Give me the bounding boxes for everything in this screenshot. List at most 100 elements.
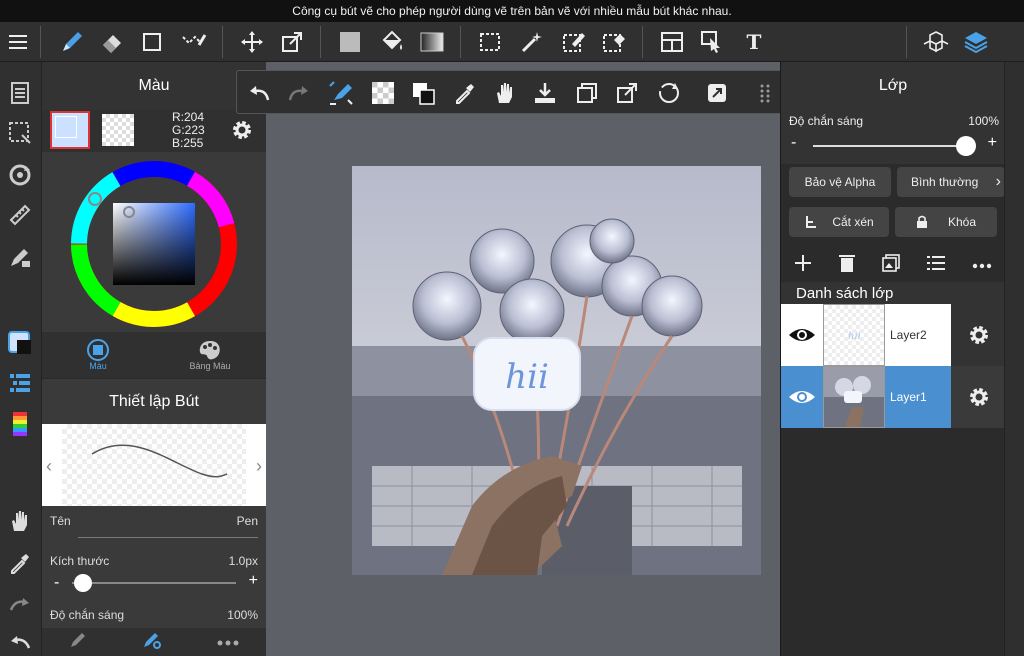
delete-layer-icon[interactable] xyxy=(839,254,856,277)
layer-opacity-minus[interactable]: - xyxy=(791,134,796,152)
size-plus-button[interactable]: + xyxy=(249,572,258,590)
dropper-float-icon[interactable] xyxy=(451,79,479,107)
layer-thumbnail xyxy=(823,366,885,428)
add-layer-icon[interactable] xyxy=(794,254,812,277)
undo-icon[interactable] xyxy=(5,628,35,656)
eraser-tool-icon[interactable] xyxy=(98,28,126,56)
lock-label: Khóa xyxy=(947,215,977,229)
hand-icon[interactable] xyxy=(5,506,35,536)
merge-layer-icon[interactable] xyxy=(882,253,900,277)
layer-thumbnail: hii xyxy=(823,304,885,366)
artwork-canvas[interactable]: hii xyxy=(352,166,761,575)
top-toolbar: T xyxy=(0,22,1024,62)
lock-button[interactable]: Khóa xyxy=(895,207,997,237)
text-tool-icon[interactable]: T xyxy=(740,28,768,56)
size-slider-handle[interactable] xyxy=(74,574,92,592)
brush-preview: ‹ › xyxy=(42,424,266,506)
tab-color-label: Màu xyxy=(89,361,107,371)
tab-palette[interactable]: Bảng Màu xyxy=(154,332,266,378)
move-tool-icon[interactable] xyxy=(238,28,266,56)
lock-icon xyxy=(916,215,927,228)
import-icon[interactable] xyxy=(531,79,559,107)
rotate-canvas-icon[interactable] xyxy=(5,160,35,190)
layer-opacity-handle[interactable] xyxy=(956,136,976,156)
select-eraser-icon[interactable] xyxy=(600,28,628,56)
layer-row[interactable]: hii Layer2 xyxy=(781,304,1005,366)
layer-opacity-plus[interactable]: + xyxy=(988,134,997,152)
rgb-b: B:255 xyxy=(172,136,204,150)
bucket-tool-icon[interactable] xyxy=(378,28,406,56)
fill-color-icon[interactable] xyxy=(336,28,364,56)
hand-float-icon[interactable] xyxy=(491,79,519,107)
layer-row-selected[interactable]: Layer1 xyxy=(781,366,1005,428)
pen-tool-icon[interactable] xyxy=(58,28,86,56)
rotate-float-icon[interactable] xyxy=(655,79,683,107)
secondary-color-swatch[interactable] xyxy=(102,114,134,146)
copy-layer-icon[interactable] xyxy=(573,79,601,107)
select-pen-icon[interactable] xyxy=(560,28,588,56)
redo-icon[interactable] xyxy=(5,590,35,620)
layer-actions xyxy=(781,248,1005,282)
document-icon[interactable] xyxy=(5,78,35,108)
layer-opacity-slider[interactable] xyxy=(813,145,967,147)
alpha-protect-button[interactable]: Bảo vệ Alpha xyxy=(789,167,891,197)
color-wheel[interactable] xyxy=(42,152,266,332)
layers-icon[interactable] xyxy=(962,28,990,56)
layer-more-icon[interactable] xyxy=(972,256,992,274)
brush-size-row: Kích thước 1.0px - + xyxy=(42,546,266,606)
ruler-icon[interactable] xyxy=(5,200,35,230)
size-slider[interactable] xyxy=(72,582,236,584)
eyedropper-icon[interactable] xyxy=(5,548,35,578)
primary-color-swatch[interactable] xyxy=(50,111,90,149)
svg-text:hii: hii xyxy=(505,357,549,397)
brush-size-value: 1.0px xyxy=(228,554,258,568)
clip-button[interactable]: Cắt xén xyxy=(789,207,889,237)
snap-pen-icon[interactable] xyxy=(327,79,355,107)
select-layer-icon[interactable] xyxy=(5,118,35,148)
frame-divider-icon[interactable] xyxy=(658,28,686,56)
blend-mode-button[interactable]: Bình thường › xyxy=(897,167,1005,197)
gradient-tool-icon[interactable] xyxy=(418,28,446,56)
magic-wand-icon[interactable] xyxy=(518,28,546,56)
layer-list-icon[interactable] xyxy=(926,255,945,276)
layer-settings-gear-icon[interactable] xyxy=(953,304,1005,366)
color-panel: Màu R:204 G:223 B:255 Màu Bảng Màu Thiết… xyxy=(42,62,266,656)
tooltip-bar: Công cụ bút vẽ cho phép người dùng vẽ tr… xyxy=(0,0,1024,22)
floating-toolbar xyxy=(236,70,787,114)
shape-tool-icon[interactable] xyxy=(138,28,166,56)
blend-mode-label: Bình thường xyxy=(911,175,979,189)
palette-strip-icon[interactable] xyxy=(5,410,35,440)
tab-color[interactable]: Màu xyxy=(42,332,154,378)
visibility-eye-icon[interactable] xyxy=(781,304,823,366)
color-panel-toggle-icon[interactable] xyxy=(5,328,35,358)
color-panel-title: Màu xyxy=(42,62,266,110)
undo-float-icon[interactable] xyxy=(245,79,273,107)
size-minus-button[interactable]: - xyxy=(54,574,59,592)
visibility-eye-icon[interactable] xyxy=(781,366,823,428)
transparency-icon[interactable] xyxy=(369,79,397,107)
chevron-right-icon: › xyxy=(995,173,1001,190)
redo-float-icon[interactable] xyxy=(285,79,313,107)
right-edge-strip xyxy=(1004,62,1024,656)
layer-settings-gear-icon[interactable] xyxy=(953,366,1005,428)
brush-list-icon[interactable] xyxy=(5,368,35,398)
brush-name-row[interactable]: Tên Pen xyxy=(42,506,266,546)
more-tab-icon[interactable] xyxy=(217,633,239,651)
swap-colors-icon[interactable] xyxy=(409,79,437,107)
transform-float-icon[interactable] xyxy=(613,79,641,107)
menu-icon[interactable] xyxy=(4,28,32,56)
materials-icon[interactable] xyxy=(922,28,950,56)
select-rect-icon[interactable] xyxy=(476,28,504,56)
brush-tab-icon[interactable] xyxy=(69,631,87,654)
brush-opacity-label: Độ chắn sáng xyxy=(50,608,125,622)
selection-pen-icon[interactable] xyxy=(180,28,208,56)
fullscreen-icon[interactable] xyxy=(703,79,731,107)
layer-opacity-value: 100% xyxy=(968,114,999,128)
transform-tool-icon[interactable] xyxy=(278,28,306,56)
canvas-area[interactable]: hii xyxy=(266,62,780,656)
drag-handle-icon[interactable] xyxy=(751,79,779,107)
brush-settings-tab-icon[interactable] xyxy=(142,631,162,654)
color-settings-gear-icon[interactable] xyxy=(230,118,254,147)
operation-tool-icon[interactable] xyxy=(698,28,726,56)
fill-pen-icon[interactable] xyxy=(5,242,35,272)
